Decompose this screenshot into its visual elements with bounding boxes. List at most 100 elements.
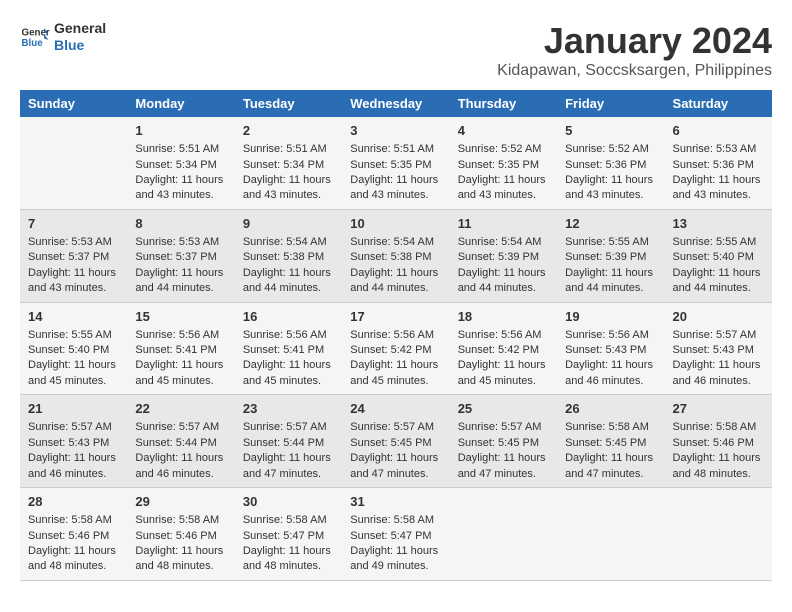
sunset-info: Sunset: 5:38 PM <box>350 250 441 265</box>
sunset-info: Sunset: 5:45 PM <box>350 436 441 451</box>
calendar-cell: 25Sunrise: 5:57 AMSunset: 5:45 PMDayligh… <box>450 395 557 488</box>
title-block: January 2024 Kidapawan, Soccsksargen, Ph… <box>497 20 772 80</box>
day-number: 2 <box>243 122 334 140</box>
sunset-info: Sunset: 5:36 PM <box>673 158 764 173</box>
sunrise-info: Sunrise: 5:57 AM <box>458 420 549 435</box>
daylight-info: Daylight: 11 hours and 47 minutes. <box>458 451 549 482</box>
calendar-table: SundayMondayTuesdayWednesdayThursdayFrid… <box>20 90 772 581</box>
sunset-info: Sunset: 5:44 PM <box>243 436 334 451</box>
header-day-monday: Monday <box>127 90 234 117</box>
calendar-cell: 17Sunrise: 5:56 AMSunset: 5:42 PMDayligh… <box>342 302 449 395</box>
day-number: 21 <box>28 400 119 418</box>
header-day-saturday: Saturday <box>665 90 772 117</box>
day-number: 15 <box>135 308 226 326</box>
logo-general: General <box>54 20 106 37</box>
sunset-info: Sunset: 5:43 PM <box>28 436 119 451</box>
sunrise-info: Sunrise: 5:56 AM <box>458 328 549 343</box>
calendar-cell: 23Sunrise: 5:57 AMSunset: 5:44 PMDayligh… <box>235 395 342 488</box>
sunset-info: Sunset: 5:34 PM <box>135 158 226 173</box>
day-number: 9 <box>243 215 334 233</box>
header: General Blue General Blue January 2024 K… <box>20 20 772 80</box>
sunset-info: Sunset: 5:37 PM <box>28 250 119 265</box>
calendar-cell: 19Sunrise: 5:56 AMSunset: 5:43 PMDayligh… <box>557 302 664 395</box>
day-number: 23 <box>243 400 334 418</box>
calendar-cell: 31 Sunrise: 5:58 AMSunset: 5:47 PMDayligh… <box>342 488 449 581</box>
calendar-cell: 15Sunrise: 5:56 AMSunset: 5:41 PMDayligh… <box>127 302 234 395</box>
daylight-info: Daylight: 11 hours and 45 minutes. <box>135 358 226 389</box>
calendar-cell <box>20 117 127 209</box>
day-number: 12 <box>565 215 656 233</box>
daylight-info: Daylight: 11 hours and 44 minutes. <box>243 266 334 297</box>
header-day-thursday: Thursday <box>450 90 557 117</box>
calendar-cell: 28Sunrise: 5:58 AMSunset: 5:46 PMDayligh… <box>20 488 127 581</box>
sunrise-info: Sunrise: 5:51 AM <box>135 142 226 157</box>
daylight-info: Daylight: 11 hours and 44 minutes. <box>565 266 656 297</box>
calendar-cell: 22Sunrise: 5:57 AMSunset: 5:44 PMDayligh… <box>127 395 234 488</box>
subtitle: Kidapawan, Soccsksargen, Philippines <box>497 62 772 80</box>
sunrise-info: Sunrise: 5:58 AM <box>135 513 226 528</box>
sunrise-info: Sunrise: 5:55 AM <box>565 235 656 250</box>
logo-blue: Blue <box>54 37 106 54</box>
calendar-cell: 20Sunrise: 5:57 AMSunset: 5:43 PMDayligh… <box>665 302 772 395</box>
sunrise-info: Sunrise: 5:51 AM <box>350 142 441 157</box>
calendar-cell <box>450 488 557 581</box>
calendar-cell: 10Sunrise: 5:54 AMSunset: 5:38 PMDayligh… <box>342 209 449 302</box>
calendar-cell: 12Sunrise: 5:55 AMSunset: 5:39 PMDayligh… <box>557 209 664 302</box>
sunrise-info: Sunrise: 5:58 AM <box>243 513 334 528</box>
sunrise-info: Sunrise: 5:57 AM <box>28 420 119 435</box>
day-number: 24 <box>350 400 441 418</box>
sunset-info: Sunset: 5:46 PM <box>28 529 119 544</box>
week-row-4: 21Sunrise: 5:57 AMSunset: 5:43 PMDayligh… <box>20 395 772 488</box>
sunset-info: Sunset: 5:47 PM <box>350 529 441 544</box>
day-number: 10 <box>350 215 441 233</box>
sunrise-info: Sunrise: 5:56 AM <box>243 328 334 343</box>
sunrise-info: Sunrise: 5:52 AM <box>458 142 549 157</box>
sunset-info: Sunset: 5:45 PM <box>565 436 656 451</box>
header-day-friday: Friday <box>557 90 664 117</box>
daylight-info: Daylight: 11 hours and 46 minutes. <box>565 358 656 389</box>
day-number: 16 <box>243 308 334 326</box>
day-number: 18 <box>458 308 549 326</box>
sunset-info: Sunset: 5:43 PM <box>565 343 656 358</box>
calendar-cell: 3Sunrise: 5:51 AMSunset: 5:35 PMDaylight… <box>342 117 449 209</box>
sunset-info: Sunset: 5:36 PM <box>565 158 656 173</box>
day-number: 30 <box>243 493 334 511</box>
week-row-2: 7Sunrise: 5:53 AMSunset: 5:37 PMDaylight… <box>20 209 772 302</box>
sunrise-info: Sunrise: 5:58 AM <box>673 420 764 435</box>
sunset-info: Sunset: 5:42 PM <box>350 343 441 358</box>
logo: General Blue General Blue <box>20 20 106 54</box>
sunrise-info: Sunrise: 5:51 AM <box>243 142 334 157</box>
day-number: 20 <box>673 308 764 326</box>
sunrise-info: Sunrise: 5:57 AM <box>135 420 226 435</box>
calendar-cell: 16Sunrise: 5:56 AMSunset: 5:41 PMDayligh… <box>235 302 342 395</box>
sunrise-info: Sunrise: 5:55 AM <box>673 235 764 250</box>
sunrise-info: Sunrise: 5:58 AM <box>350 513 441 528</box>
sunrise-info: Sunrise: 5:52 AM <box>565 142 656 157</box>
calendar-cell <box>665 488 772 581</box>
day-number: 27 <box>673 400 764 418</box>
sunset-info: Sunset: 5:38 PM <box>243 250 334 265</box>
calendar-cell: 8Sunrise: 5:53 AMSunset: 5:37 PMDaylight… <box>127 209 234 302</box>
day-number: 3 <box>350 122 441 140</box>
sunset-info: Sunset: 5:46 PM <box>135 529 226 544</box>
daylight-info: Daylight: 11 hours and 43 minutes. <box>565 173 656 204</box>
sunrise-info: Sunrise: 5:56 AM <box>565 328 656 343</box>
sunset-info: Sunset: 5:44 PM <box>135 436 226 451</box>
day-number: 1 <box>135 122 226 140</box>
sunrise-info: Sunrise: 5:54 AM <box>243 235 334 250</box>
week-row-5: 28Sunrise: 5:58 AMSunset: 5:46 PMDayligh… <box>20 488 772 581</box>
sunrise-info: Sunrise: 5:57 AM <box>350 420 441 435</box>
day-number: 31 <box>350 493 441 511</box>
calendar-cell: 9 Sunrise: 5:54 AMSunset: 5:38 PMDaylight… <box>235 209 342 302</box>
calendar-cell: 24Sunrise: 5:57 AMSunset: 5:45 PMDayligh… <box>342 395 449 488</box>
calendar-cell: 29Sunrise: 5:58 AMSunset: 5:46 PMDayligh… <box>127 488 234 581</box>
calendar-cell: 7Sunrise: 5:53 AMSunset: 5:37 PMDaylight… <box>20 209 127 302</box>
day-number: 11 <box>458 215 549 233</box>
daylight-info: Daylight: 11 hours and 44 minutes. <box>135 266 226 297</box>
daylight-info: Daylight: 11 hours and 46 minutes. <box>135 451 226 482</box>
daylight-info: Daylight: 11 hours and 49 minutes. <box>350 544 441 575</box>
day-number: 7 <box>28 215 119 233</box>
sunset-info: Sunset: 5:40 PM <box>28 343 119 358</box>
sunset-info: Sunset: 5:41 PM <box>135 343 226 358</box>
sunset-info: Sunset: 5:35 PM <box>458 158 549 173</box>
